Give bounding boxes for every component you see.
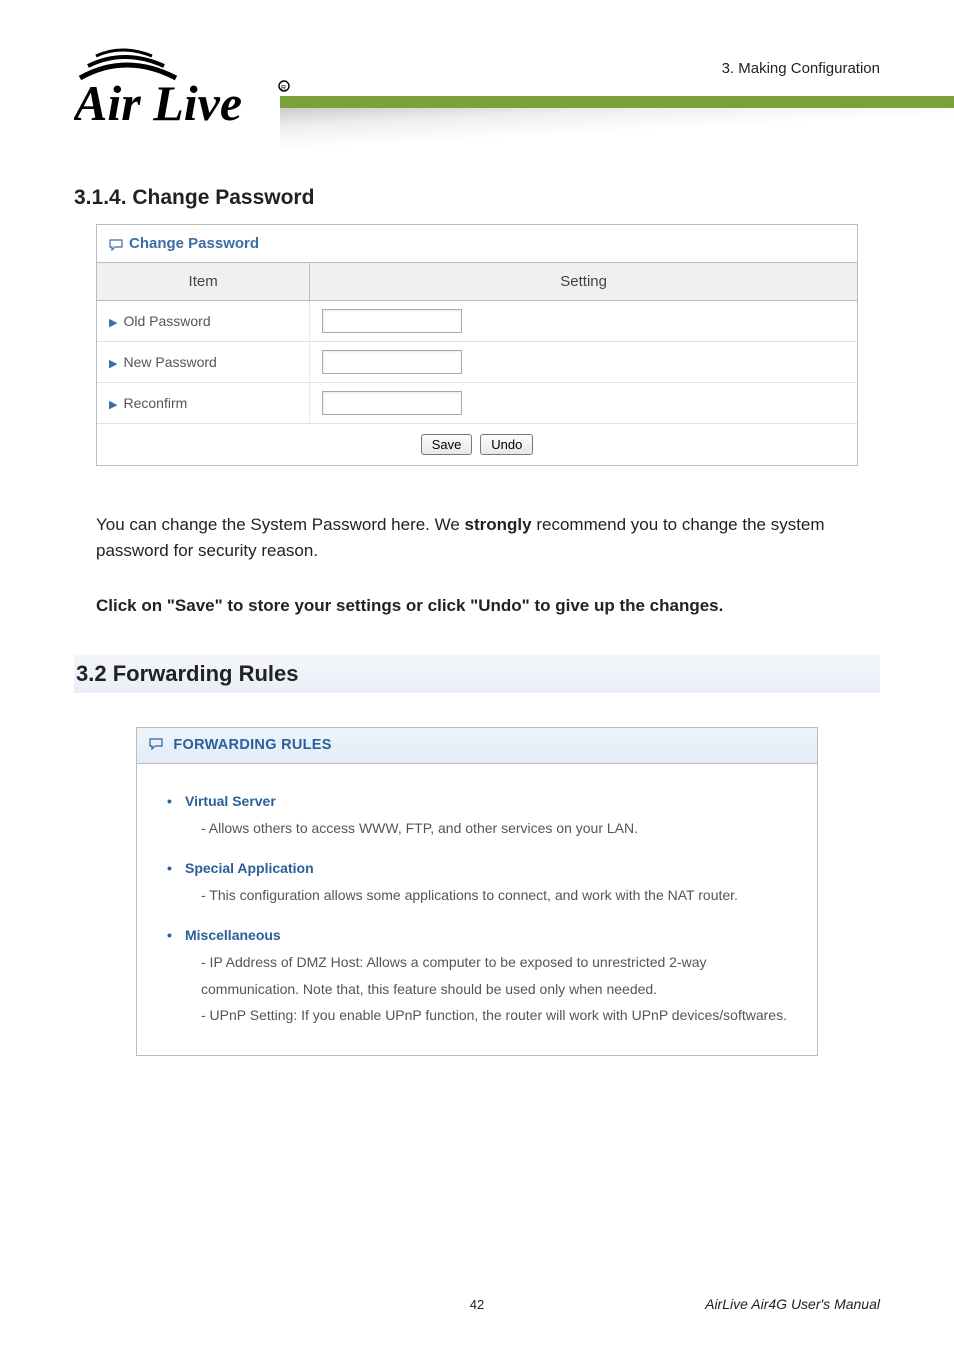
item-title: Miscellaneous (171, 927, 281, 943)
page-content: 3.1.4. Change Password Change Password I… (0, 186, 954, 1056)
undo-button[interactable]: Undo (480, 434, 533, 455)
section-314-heading: 3.1.4. Change Password (74, 186, 880, 210)
old-password-text: Old Password (123, 313, 210, 329)
body-text-block: You can change the System Password here.… (96, 512, 858, 619)
row-reconfirm-label: ▶ Reconfirm (97, 383, 310, 424)
paragraph-1: You can change the System Password here.… (96, 512, 858, 565)
svg-text:Air Live: Air Live (74, 75, 242, 128)
forwarding-rules-body: Virtual Server - Allows others to access… (137, 764, 817, 1055)
forwarding-item-special-application: Special Application - This configuration… (171, 855, 795, 908)
change-password-title: Change Password (97, 225, 857, 263)
speech-bubble-icon (109, 238, 123, 250)
change-password-table: Item Setting ▶ Old Password ▶ New Password… (97, 263, 857, 465)
page-header: 3. Making Configuration Air Live R (0, 0, 954, 180)
row-new-password-label: ▶ New Password (97, 342, 310, 383)
item-title: Virtual Server (171, 793, 276, 809)
header-accent-band (280, 96, 954, 166)
forwarding-rules-title: FORWARDING RULES (137, 728, 817, 764)
forwarding-item-virtual-server: Virtual Server - Allows others to access… (171, 788, 795, 841)
triangle-icon: ▶ (109, 358, 117, 370)
manual-reference: AirLive Air4G User's Manual (705, 1296, 880, 1312)
paragraph-2: Click on "Save" to store your settings o… (96, 593, 858, 619)
speech-bubble-icon (149, 738, 167, 754)
forwarding-item-miscellaneous: Miscellaneous - IP Address of DMZ Host: … (171, 922, 795, 1028)
triangle-icon: ▶ (109, 317, 117, 329)
triangle-icon: ▶ (109, 399, 117, 411)
reconfirm-input[interactable] (322, 391, 462, 415)
item-title: Special Application (171, 860, 314, 876)
page-footer: 42 AirLive Air4G User's Manual (0, 1297, 954, 1312)
item-desc: - Allows others to access WWW, FTP, and … (171, 815, 795, 842)
item-desc: - This configuration allows some applica… (171, 882, 795, 909)
airlive-logo: Air Live R (74, 42, 294, 133)
item-desc: - IP Address of DMZ Host: Allows a compu… (171, 949, 795, 1029)
reconfirm-text: Reconfirm (123, 395, 187, 411)
col-setting: Setting (310, 263, 857, 301)
row-old-password-label: ▶ Old Password (97, 301, 310, 342)
new-password-text: New Password (123, 354, 216, 370)
forwarding-rules-panel: FORWARDING RULES Virtual Server - Allows… (136, 727, 818, 1056)
save-button[interactable]: Save (421, 434, 473, 455)
svg-text:R: R (281, 85, 286, 92)
change-password-panel: Change Password Item Setting ▶ Old Passwo… (96, 224, 858, 466)
new-password-input[interactable] (322, 350, 462, 374)
forwarding-rules-title-text: FORWARDING RULES (173, 737, 331, 753)
p1-strong: strongly (465, 515, 532, 534)
change-password-title-text: Change Password (129, 235, 259, 252)
p1-part-a: You can change the System Password here.… (96, 515, 465, 534)
col-item: Item (97, 263, 310, 301)
section-32-heading: 3.2 Forwarding Rules (74, 655, 880, 693)
p2-text: Click on "Save" to store your settings o… (96, 596, 723, 615)
old-password-input[interactable] (322, 309, 462, 333)
chapter-reference: 3. Making Configuration (722, 60, 880, 77)
